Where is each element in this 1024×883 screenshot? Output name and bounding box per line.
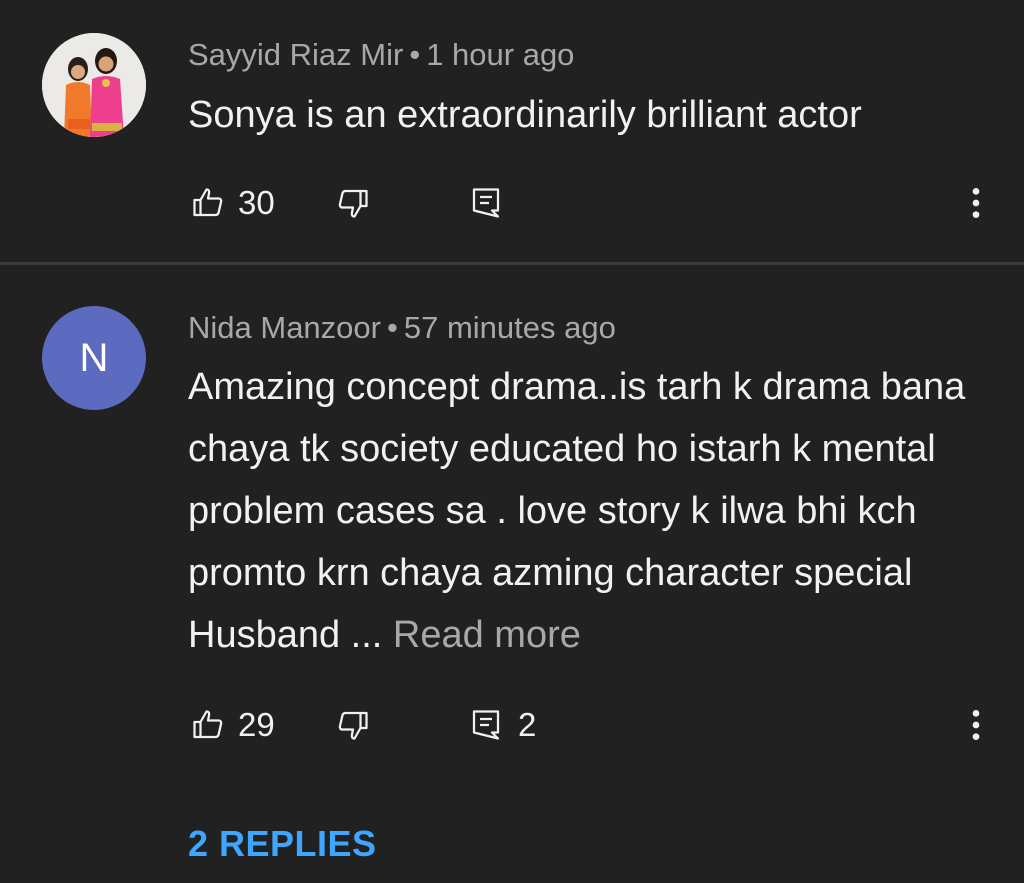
- comment-actions: 30: [190, 178, 990, 228]
- dislike-button[interactable]: [335, 700, 371, 750]
- reply-count: 2: [518, 706, 537, 743]
- like-button[interactable]: 29: [190, 700, 275, 750]
- comment-text: Sonya is an extraordinarily brilliant ac…: [188, 84, 978, 146]
- dislike-button[interactable]: [335, 178, 371, 228]
- more-vert-icon: [972, 710, 980, 740]
- meta-separator: •: [409, 37, 421, 72]
- comment-meta: Nida Manzoor • 57 minutes ago: [188, 310, 616, 346]
- comment-timestamp[interactable]: 1 hour ago: [426, 37, 574, 72]
- comment-text: Amazing concept drama..is tarh k drama b…: [188, 356, 978, 666]
- reply-icon: [472, 188, 500, 218]
- thumbs-down-icon: [338, 189, 368, 218]
- comment-item: N Nida Manzoor • 57 minutes ago Amazing co…: [0, 265, 1024, 883]
- view-replies-button[interactable]: 2 REPLIES: [188, 823, 377, 865]
- like-count: 29: [238, 706, 275, 743]
- comments-page: Sayyid Riaz Mir • 1 hour ago Sonya is an e…: [0, 0, 1024, 883]
- read-more-link[interactable]: Read more: [393, 614, 581, 656]
- reply-icon: [472, 710, 500, 740]
- thumbs-up-icon: [193, 710, 223, 739]
- like-count: 30: [238, 184, 275, 221]
- comment-body: Amazing concept drama..is tarh k drama b…: [188, 366, 966, 656]
- thumbs-down-icon: [338, 711, 368, 740]
- comment-item: Sayyid Riaz Mir • 1 hour ago Sonya is an e…: [0, 0, 1024, 262]
- comment-body: Sonya is an extraordinarily brilliant ac…: [188, 94, 862, 136]
- reply-button[interactable]: 2: [468, 700, 536, 750]
- avatar-initial: N: [79, 336, 109, 380]
- more-vert-icon: [972, 188, 980, 218]
- author-name[interactable]: Sayyid Riaz Mir: [188, 37, 403, 72]
- reply-button[interactable]: [468, 178, 504, 228]
- more-options-button[interactable]: [968, 700, 984, 750]
- comment-timestamp[interactable]: 57 minutes ago: [404, 310, 616, 345]
- meta-separator: •: [386, 310, 398, 345]
- author-name[interactable]: Nida Manzoor: [188, 310, 381, 345]
- avatar-photo: [42, 33, 146, 137]
- like-button[interactable]: 30: [190, 178, 275, 228]
- comment-meta: Sayyid Riaz Mir • 1 hour ago: [188, 37, 574, 73]
- more-options-button[interactable]: [968, 178, 984, 228]
- thumbs-up-icon: [193, 188, 223, 217]
- avatar[interactable]: [42, 33, 146, 137]
- comment-actions: 29 2: [190, 700, 990, 750]
- avatar[interactable]: N: [42, 306, 146, 410]
